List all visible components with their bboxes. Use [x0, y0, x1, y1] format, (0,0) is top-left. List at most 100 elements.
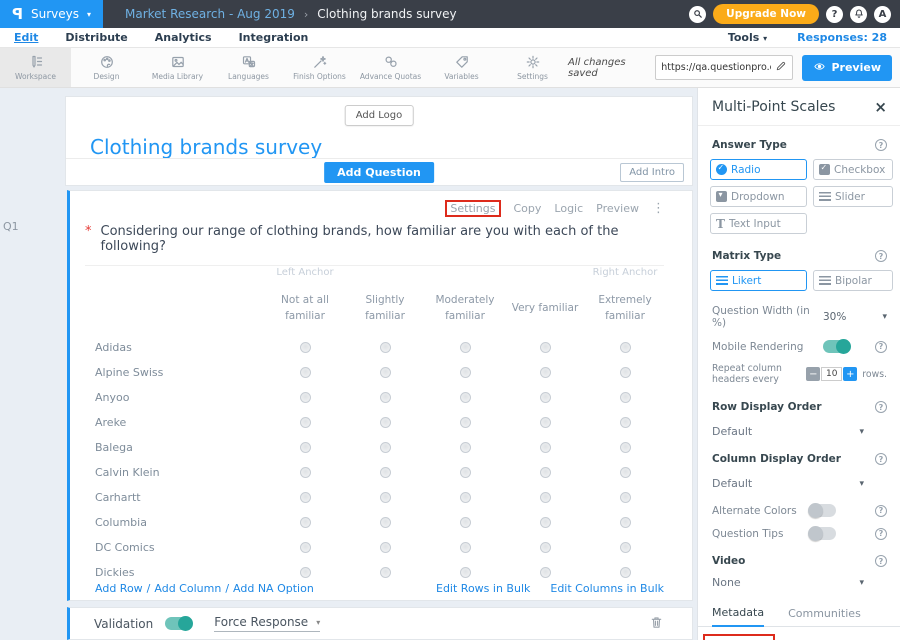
edit-url-pencil-icon[interactable]: [775, 60, 787, 75]
more-options-kebab-icon[interactable]: ⋮: [652, 201, 665, 216]
radio-button[interactable]: [460, 392, 471, 403]
option-dropdown[interactable]: Dropdown: [710, 186, 807, 207]
radio-button[interactable]: [460, 567, 471, 578]
radio-button[interactable]: [380, 517, 391, 528]
radio-button[interactable]: [620, 442, 631, 453]
radio-button[interactable]: [620, 492, 631, 503]
radio-button[interactable]: [460, 442, 471, 453]
question-width-value[interactable]: 30%: [823, 311, 846, 323]
radio-button[interactable]: [300, 517, 311, 528]
option-slider[interactable]: Slider: [813, 186, 893, 207]
chevron-down-icon[interactable]: ▾: [882, 312, 887, 322]
video-dropdown[interactable]: None ▾: [712, 576, 864, 589]
search-icon[interactable]: [689, 6, 706, 23]
add-intro-button[interactable]: Add Intro: [620, 163, 684, 182]
radio-button[interactable]: [300, 492, 311, 503]
option-likert[interactable]: Likert: [710, 270, 807, 291]
radio-button[interactable]: [460, 492, 471, 503]
radio-button[interactable]: [300, 367, 311, 378]
nav-tab-integration[interactable]: Integration: [239, 31, 309, 44]
radio-button[interactable]: [380, 542, 391, 553]
force-response-dropdown[interactable]: Force Response▾: [214, 615, 320, 632]
row-label[interactable]: Columbia: [95, 516, 265, 529]
row-label[interactable]: Adidas: [95, 341, 265, 354]
survey-title[interactable]: Clothing brands survey: [90, 135, 322, 159]
radio-button[interactable]: [540, 342, 551, 353]
upgrade-now-button[interactable]: Upgrade Now: [713, 4, 819, 24]
toolbar-item-workspace[interactable]: Workspace: [0, 48, 71, 87]
radio-button[interactable]: [540, 517, 551, 528]
radio-button[interactable]: [540, 417, 551, 428]
radio-button[interactable]: [460, 467, 471, 478]
radio-button[interactable]: [620, 367, 631, 378]
column-header-slightly-familiar[interactable]: Slightly familiar: [345, 292, 425, 325]
row-label[interactable]: Anyoo: [95, 391, 265, 404]
stepper-minus-button[interactable]: −: [806, 367, 820, 381]
toolbar-item-media-library[interactable]: Media Library: [142, 48, 213, 87]
alternate-colors-toggle[interactable]: [809, 504, 836, 517]
toolbar-item-variables[interactable]: Variables: [426, 48, 497, 87]
radio-button[interactable]: [300, 567, 311, 578]
radio-button[interactable]: [380, 367, 391, 378]
add-na-option-link[interactable]: Add NA Option: [233, 582, 314, 595]
radio-button[interactable]: [620, 342, 631, 353]
radio-button[interactable]: [620, 467, 631, 478]
radio-button[interactable]: [380, 467, 391, 478]
toolbar-item-advance-quotas[interactable]: Advance Quotas: [355, 48, 426, 87]
radio-button[interactable]: [380, 342, 391, 353]
add-question-button[interactable]: Add Question: [324, 162, 434, 183]
radio-button[interactable]: [380, 567, 391, 578]
nav-tab-edit[interactable]: Edit: [14, 31, 38, 44]
option-checkbox[interactable]: Checkbox: [813, 159, 893, 180]
radio-button[interactable]: [540, 492, 551, 503]
help-circle-icon[interactable]: [875, 453, 887, 465]
column-header-extremely-familiar[interactable]: Extremely familiar: [585, 292, 665, 325]
radio-button[interactable]: [620, 517, 631, 528]
toolbar-item-finish-options[interactable]: Finish Options: [284, 48, 355, 87]
radio-button[interactable]: [380, 492, 391, 503]
help-circle-icon[interactable]: [875, 341, 887, 353]
radio-button[interactable]: [620, 567, 631, 578]
row-label[interactable]: Balega: [95, 441, 265, 454]
row-label[interactable]: Calvin Klein: [95, 466, 265, 479]
radio-button[interactable]: [460, 417, 471, 428]
add-row-link[interactable]: Add Row: [95, 582, 143, 595]
radio-button[interactable]: [620, 417, 631, 428]
tools-menu[interactable]: Tools ▾: [728, 31, 767, 44]
validation-toggle[interactable]: [165, 617, 192, 630]
toolbar-item-design[interactable]: Design: [71, 48, 142, 87]
radio-button[interactable]: [460, 542, 471, 553]
row-label[interactable]: DC Comics: [95, 541, 265, 554]
toolbar-item-settings[interactable]: Settings: [497, 48, 568, 87]
app-menu[interactable]: P Surveys ▾: [0, 0, 103, 28]
option-radio[interactable]: Radio: [710, 159, 807, 180]
mobile-rendering-toggle[interactable]: [823, 340, 850, 353]
radio-button[interactable]: [380, 442, 391, 453]
radio-button[interactable]: [540, 442, 551, 453]
radio-button[interactable]: [540, 542, 551, 553]
help-circle-icon[interactable]: [875, 139, 887, 151]
preview-button[interactable]: Preview: [802, 55, 892, 81]
close-icon[interactable]: ×: [874, 100, 887, 115]
responses-count[interactable]: Responses: 28: [797, 31, 887, 44]
panel-tab-metadata[interactable]: Metadata: [712, 606, 764, 627]
edit-columns-in-bulk-link[interactable]: Edit Columns in Bulk: [550, 582, 664, 595]
column-header-very-familiar[interactable]: Very familiar: [505, 300, 585, 316]
survey-url-input[interactable]: [661, 62, 771, 73]
help-circle-icon[interactable]: [875, 401, 887, 413]
help-circle-icon[interactable]: [875, 555, 887, 567]
nav-tab-analytics[interactable]: Analytics: [155, 31, 212, 44]
nav-tab-distribute[interactable]: Distribute: [65, 31, 127, 44]
question-tips-toggle[interactable]: [809, 527, 836, 540]
notifications-bell-icon[interactable]: [850, 6, 867, 23]
radio-button[interactable]: [540, 467, 551, 478]
add-logo-button[interactable]: Add Logo: [345, 105, 414, 126]
row-label[interactable]: Areke: [95, 416, 265, 429]
radio-button[interactable]: [460, 342, 471, 353]
row-display-order-dropdown[interactable]: Default ▾: [712, 425, 864, 438]
radio-button[interactable]: [460, 367, 471, 378]
survey-url-field[interactable]: [655, 55, 793, 80]
question-text[interactable]: Considering our range of clothing brands…: [101, 224, 665, 254]
add-column-link[interactable]: Add Column: [154, 582, 221, 595]
radio-button[interactable]: [620, 542, 631, 553]
